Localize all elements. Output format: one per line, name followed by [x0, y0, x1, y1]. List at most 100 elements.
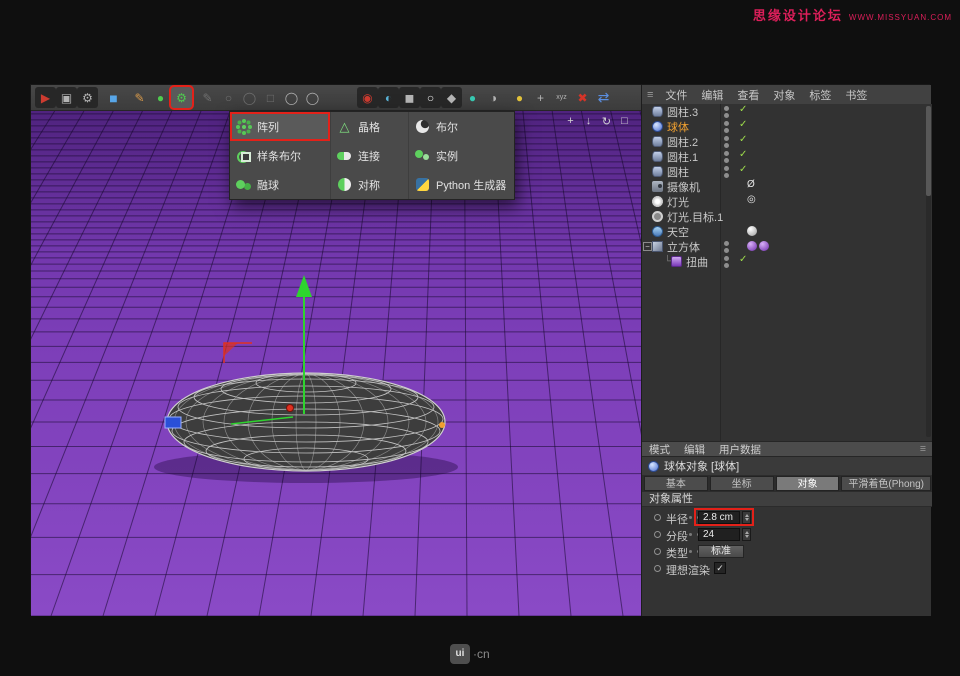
- render-settings-icon[interactable]: ⚙: [77, 87, 98, 108]
- object-row-cube[interactable]: − 立方体: [642, 239, 932, 254]
- menu-item-lattice[interactable]: △ 晶格: [330, 112, 408, 141]
- menu-mode[interactable]: 模式: [642, 442, 677, 457]
- list-scrollbar[interactable]: [926, 106, 931, 437]
- generators-icon[interactable]: ⚙: [171, 87, 192, 108]
- toggle-left-icon[interactable]: ◯: [281, 87, 302, 108]
- spline-rect-icon[interactable]: □: [260, 87, 281, 108]
- visibility-dots[interactable]: [724, 151, 729, 163]
- display-filter-icon[interactable]: ◑: [483, 87, 504, 108]
- keyframe-circle[interactable]: [654, 531, 661, 538]
- maximize-view-icon[interactable]: □: [618, 115, 631, 128]
- camera-object-icon[interactable]: ◼: [399, 87, 420, 108]
- coord-system-icon[interactable]: ✖: [572, 87, 593, 108]
- object-row-sphere[interactable]: 球体 ✓: [642, 119, 932, 134]
- object-row-bend[interactable]: └ 扭曲 ✓: [642, 254, 932, 269]
- object-row-light[interactable]: 灯光 ◎: [642, 194, 932, 209]
- keyframe-circle[interactable]: [654, 548, 661, 555]
- keyframe-circle[interactable]: [654, 514, 661, 521]
- xyz-axis-icon[interactable]: xyz: [551, 87, 572, 108]
- tab-object[interactable]: 对象: [776, 476, 840, 491]
- pan-view-icon[interactable]: +: [564, 115, 577, 128]
- collapse-toggle[interactable]: −: [643, 242, 652, 251]
- menu-item-spline-boole[interactable]: 样条布尔: [230, 141, 330, 170]
- nav-arrows-icon[interactable]: ⇄: [593, 87, 614, 108]
- radius-handle[interactable]: [439, 422, 445, 428]
- panel-burger-icon[interactable]: ≡: [642, 89, 658, 101]
- object-row-sky[interactable]: 天空: [642, 224, 932, 239]
- object-row-camera[interactable]: 摄像机 Ø: [642, 179, 932, 194]
- zoom-view-icon[interactable]: ↓: [582, 115, 595, 128]
- stage-object-icon[interactable]: ◆: [441, 87, 462, 108]
- enabled-check-icon[interactable]: ✓: [739, 149, 747, 160]
- enabled-check-icon[interactable]: ✓: [739, 119, 747, 130]
- menu-view[interactable]: 查看: [730, 87, 766, 103]
- render-view-icon[interactable]: ▶: [35, 87, 56, 108]
- visibility-dots[interactable]: [724, 106, 729, 118]
- environment-icon[interactable]: ◉: [357, 87, 378, 108]
- material-tag[interactable]: [747, 226, 757, 236]
- physical-sky-icon[interactable]: ◐: [378, 87, 399, 108]
- spline-arc-icon[interactable]: ○: [218, 87, 239, 108]
- segments-stepper[interactable]: [742, 528, 751, 541]
- menu-item-boole[interactable]: 布尔: [408, 112, 514, 141]
- enabled-check-icon[interactable]: ✓: [739, 104, 747, 115]
- menu-item-python-generator[interactable]: Python 生成器: [408, 170, 514, 199]
- render-picture-viewer-icon[interactable]: ▣: [56, 87, 77, 108]
- menu-user-data[interactable]: 用户数据: [712, 442, 768, 457]
- sphere-object[interactable]: [167, 373, 445, 471]
- toggle-right-icon[interactable]: ◯: [302, 87, 323, 108]
- menu-item-symmetry[interactable]: 对称: [330, 170, 408, 199]
- tab-phong[interactable]: 平滑着色(Phong): [841, 476, 931, 491]
- enabled-check-icon[interactable]: ✓: [739, 164, 747, 175]
- panel-menu-icon[interactable]: ≡: [920, 443, 932, 455]
- menu-item-instance[interactable]: 实例: [408, 141, 514, 170]
- object-row-cylinder[interactable]: 圆柱 ✓: [642, 164, 932, 179]
- object-row-cylinder-1[interactable]: 圆柱.1 ✓: [642, 149, 932, 164]
- visibility-dots[interactable]: [724, 256, 729, 268]
- spline-pen-icon[interactable]: ✎: [197, 87, 218, 108]
- light-object-icon[interactable]: ○: [420, 87, 441, 108]
- enabled-check-icon[interactable]: ✓: [739, 254, 747, 265]
- radius-stepper[interactable]: [742, 511, 751, 524]
- material-tag[interactable]: [747, 241, 757, 251]
- menu-item-connect[interactable]: 连接: [330, 141, 408, 170]
- visibility-dots[interactable]: [724, 121, 729, 133]
- origin-point[interactable]: [287, 405, 294, 412]
- subdivision-surface-icon[interactable]: ●: [150, 87, 171, 108]
- visibility-dots[interactable]: [724, 136, 729, 148]
- radius-input[interactable]: 2.8 cm: [698, 511, 740, 524]
- keyframe-circle[interactable]: [654, 565, 661, 572]
- light-ring-icon[interactable]: ◎: [747, 194, 756, 205]
- pen-tool-icon[interactable]: ✎: [129, 87, 150, 108]
- menu-file[interactable]: 文件: [658, 87, 694, 103]
- object-row-light-target[interactable]: 灯光.目标.1: [642, 209, 932, 224]
- rotation-band-handle[interactable]: [224, 343, 252, 363]
- add-cube-icon[interactable]: ■: [103, 87, 124, 108]
- ideal-render-checkbox[interactable]: ✓: [714, 562, 726, 574]
- visibility-dots[interactable]: [724, 166, 729, 178]
- orbit-view-icon[interactable]: ↻: [600, 115, 613, 128]
- menu-bookmarks[interactable]: 书签: [838, 87, 874, 103]
- menu-tags[interactable]: 标签: [802, 87, 838, 103]
- deformer-handle[interactable]: [165, 417, 181, 428]
- tab-coordinates[interactable]: 坐标: [710, 476, 774, 491]
- material-ball-icon[interactable]: ●: [462, 87, 483, 108]
- menu-item-array[interactable]: 阵列: [230, 112, 330, 141]
- enabled-check-icon[interactable]: ✓: [739, 134, 747, 145]
- camera-off-icon[interactable]: Ø: [747, 179, 755, 190]
- section-object-properties[interactable]: 对象属性: [642, 492, 932, 507]
- menu-object[interactable]: 对象: [766, 87, 802, 103]
- snap-icon[interactable]: ●: [509, 87, 530, 108]
- menu-edit[interactable]: 编辑: [694, 87, 730, 103]
- workplane-icon[interactable]: +: [530, 87, 551, 108]
- visibility-dots[interactable]: [724, 241, 729, 253]
- menu-item-metaball[interactable]: 融球: [230, 170, 330, 199]
- type-dropdown[interactable]: 标准: [698, 545, 744, 558]
- material-tag[interactable]: [759, 241, 769, 251]
- spline-circle-icon[interactable]: ◯: [239, 87, 260, 108]
- segments-input[interactable]: 24: [698, 528, 740, 541]
- menu-edit-attr[interactable]: 编辑: [677, 442, 712, 457]
- tab-basic[interactable]: 基本: [644, 476, 708, 491]
- object-row-cylinder-3[interactable]: 圆柱.3 ✓: [642, 104, 932, 119]
- object-row-cylinder-2[interactable]: 圆柱.2 ✓: [642, 134, 932, 149]
